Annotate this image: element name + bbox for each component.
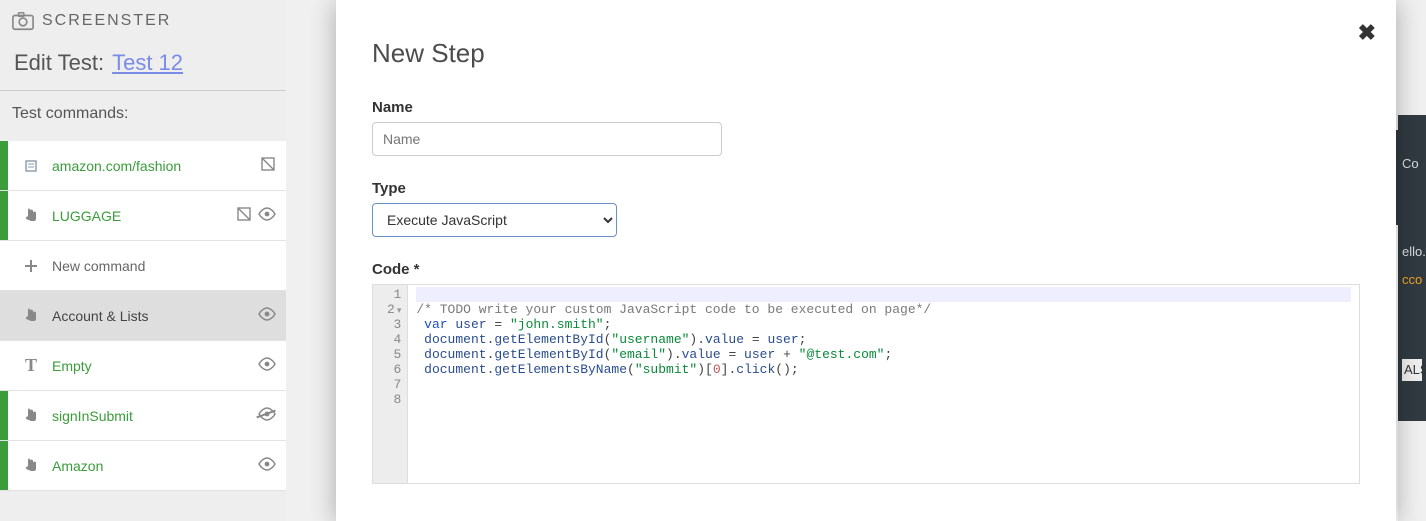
status-bar xyxy=(0,141,8,190)
command-row-3[interactable]: Account & Lists xyxy=(0,291,286,341)
command-row-2[interactable]: New command xyxy=(0,241,286,291)
new-step-modal: ✖ New Step Name Type Execute JavaScript … xyxy=(336,0,1396,521)
status-bar xyxy=(0,241,8,290)
hand-icon xyxy=(20,408,42,424)
command-label: Account & Lists xyxy=(42,308,258,324)
gutter-line: 4 xyxy=(387,332,401,347)
T-icon: T xyxy=(20,355,42,376)
top-bar: SCREENSTER xyxy=(0,0,286,42)
brand-name: SCREENSTER xyxy=(42,12,171,30)
close-icon[interactable]: ✖ xyxy=(1358,20,1376,46)
eye-off-icon[interactable] xyxy=(258,406,276,425)
code-line[interactable]: /* TODO write your custom JavaScript cod… xyxy=(416,302,1351,317)
code-editor[interactable]: 12345678 /* TODO write your custom JavaS… xyxy=(372,284,1360,484)
hand-icon xyxy=(20,208,42,224)
name-input[interactable] xyxy=(372,122,722,156)
command-row-4[interactable]: TEmpty xyxy=(0,341,286,391)
test-name-link[interactable]: Test 12 xyxy=(112,50,183,76)
command-row-1[interactable]: LUGGAGE xyxy=(0,191,286,241)
code-line[interactable]: document.getElementById("username").valu… xyxy=(416,332,1351,347)
marker-icon[interactable] xyxy=(260,156,276,175)
eye-icon[interactable] xyxy=(258,356,276,375)
name-label: Name xyxy=(372,99,1360,116)
hand-icon xyxy=(20,458,42,474)
code-line[interactable] xyxy=(416,377,1351,392)
plus-icon xyxy=(20,258,42,274)
doc-icon xyxy=(20,159,42,173)
status-bar xyxy=(0,391,8,440)
gutter-line: 6 xyxy=(387,362,401,377)
page-subhead: Edit Test: Test 12 xyxy=(0,42,286,90)
commands-list: amazon.com/fashion LUGGAGE New command Acco… xyxy=(0,141,286,491)
status-bar xyxy=(0,441,8,490)
eye-icon[interactable] xyxy=(258,306,276,325)
status-bar xyxy=(0,341,8,390)
side-strip: Co ello. cco ALS xyxy=(1398,115,1426,421)
modal-title: New Step xyxy=(372,38,1360,69)
type-label: Type xyxy=(372,180,1360,197)
code-line[interactable] xyxy=(416,287,1351,302)
command-row-0[interactable]: amazon.com/fashion xyxy=(0,141,286,191)
command-label: Empty xyxy=(42,358,258,374)
eye-icon[interactable] xyxy=(258,456,276,475)
commands-header: Test commands: xyxy=(0,91,286,141)
gutter-line: 2 xyxy=(387,302,401,317)
gutter-line: 5 xyxy=(387,347,401,362)
command-label: Amazon xyxy=(42,458,258,474)
hand-icon xyxy=(20,308,42,324)
code-line[interactable] xyxy=(416,392,1351,407)
camera-icon xyxy=(12,11,34,31)
command-label: amazon.com/fashion xyxy=(42,158,260,174)
code-line[interactable]: document.getElementById("email").value =… xyxy=(416,347,1351,362)
command-label: signInSubmit xyxy=(42,408,258,424)
marker-icon[interactable] xyxy=(236,206,252,225)
command-row-5[interactable]: signInSubmit xyxy=(0,391,286,441)
command-label: LUGGAGE xyxy=(42,208,236,224)
gutter-line: 7 xyxy=(387,377,401,392)
status-bar xyxy=(0,291,8,340)
status-bar xyxy=(0,191,8,240)
eye-icon[interactable] xyxy=(258,206,276,225)
command-row-6[interactable]: Amazon xyxy=(0,441,286,491)
subhead-label: Edit Test: xyxy=(14,50,104,76)
gutter-line: 8 xyxy=(387,392,401,407)
code-label: Code * xyxy=(372,261,1360,278)
gutter-line: 3 xyxy=(387,317,401,332)
gutter-line: 1 xyxy=(387,287,401,302)
code-line[interactable]: document.getElementsByName("submit")[0].… xyxy=(416,362,1351,377)
code-line[interactable]: var user = "john.smith"; xyxy=(416,317,1351,332)
command-label: New command xyxy=(42,258,276,274)
type-select[interactable]: Execute JavaScript xyxy=(372,203,617,237)
